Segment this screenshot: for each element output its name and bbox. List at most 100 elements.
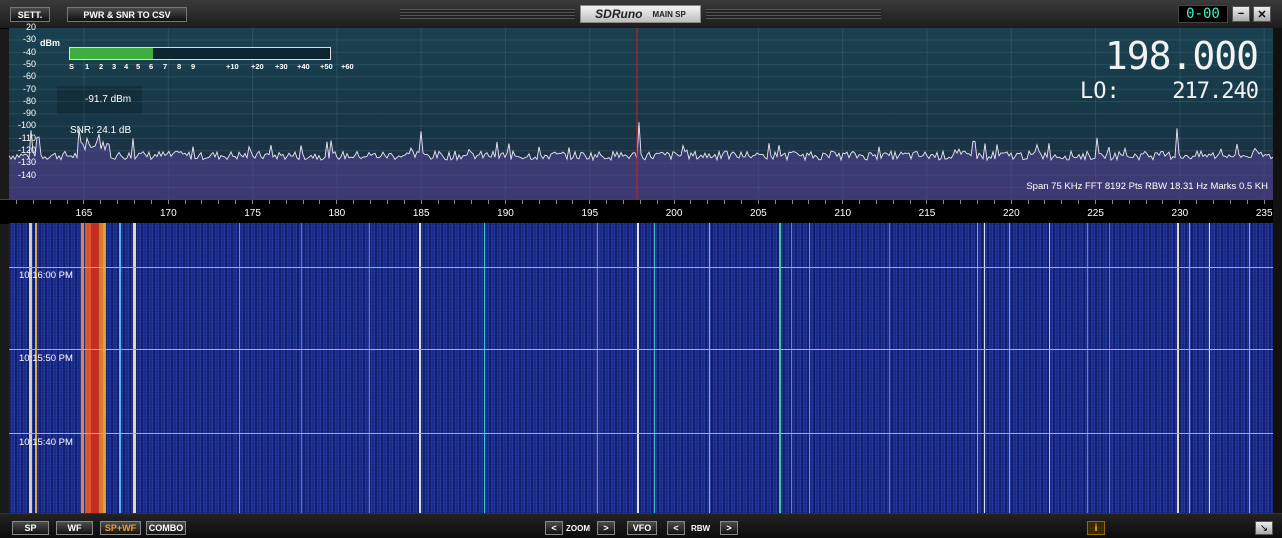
frequency-tick-label: 200 (665, 208, 683, 219)
zoom-out-button[interactable]: < (545, 521, 563, 535)
s-meter-fill (70, 48, 154, 59)
frequency-tick-label: 225 (1087, 208, 1104, 219)
frequency-minor-tick (100, 200, 102, 204)
drag-grip-right[interactable] (706, 9, 881, 19)
wf-button[interactable]: WF (56, 521, 93, 535)
frequency-minor-tick (707, 200, 709, 204)
frequency-minor-tick (555, 200, 557, 204)
dbm-tick: -110 (18, 132, 36, 143)
frequency-minor-tick (1078, 200, 1080, 204)
frequency-minor-tick (757, 200, 759, 204)
dbm-tick: -50 (22, 58, 36, 69)
frequency-minor-tick (117, 200, 119, 204)
settings-button[interactable]: SETT. (10, 7, 50, 22)
dbm-tick: -90 (22, 108, 36, 119)
s-meter-tick: 6 (149, 62, 154, 71)
close-button[interactable]: ✕ (1253, 6, 1271, 22)
frequency-minor-tick (808, 200, 810, 204)
info-button[interactable]: i (1087, 521, 1105, 535)
waterfall-panel[interactable]: 10:16:00 PM 10:15:50 PM 10:15:40 PM (9, 223, 1273, 513)
bottom-toolbar: SP WF SP+WF COMBO < ZOOM > VFO < RBW > i… (0, 513, 1282, 538)
frequency-minor-tick (589, 200, 591, 204)
resize-handle[interactable]: ↘ (1255, 521, 1273, 535)
frequency-minor-tick (1179, 200, 1181, 204)
s-meter-tick: +30 (275, 62, 288, 71)
frequency-minor-tick (302, 200, 304, 204)
dbm-tick: -70 (22, 83, 36, 94)
frequency-minor-tick (167, 200, 169, 204)
drag-grip-left[interactable] (400, 9, 575, 19)
lo-label: LO: (1080, 79, 1120, 104)
frequency-minor-tick (1111, 200, 1113, 204)
frequency-tick-label: 205 (750, 208, 767, 219)
pwr-snr-csv-button[interactable]: PWR & SNR TO CSV (67, 7, 187, 22)
frequency-minor-tick (1213, 200, 1215, 204)
frequency-minor-tick (454, 200, 456, 204)
app-logo: SDRuno MAIN SP (580, 5, 701, 23)
frequency-minor-tick (83, 200, 85, 204)
frequency-minor-tick (1196, 200, 1198, 204)
frequency-minor-tick (859, 200, 860, 204)
frequency-tick-label: 190 (497, 208, 514, 219)
frequency-minor-tick (370, 200, 372, 204)
frequency-minor-tick (1246, 200, 1248, 204)
dbm-unit-label: dBm (40, 38, 60, 48)
frequency-minor-tick (1095, 200, 1097, 204)
frequency-minor-tick (235, 200, 237, 204)
frequency-axis: 165 170 175 180 185 190 195 200 205 210 215 220 225 2… (0, 199, 1282, 224)
frequency-minor-tick (66, 200, 68, 204)
dbm-tick: -60 (22, 71, 36, 82)
frequency-minor-tick (1145, 200, 1147, 204)
frequency-display[interactable]: 198.000 (1105, 34, 1259, 78)
zoom-in-button[interactable]: > (597, 521, 615, 535)
s-meter-tick: 9 (191, 62, 196, 71)
frequency-tick-label: 185 (412, 208, 430, 219)
s-meter-tick: 2 (99, 62, 104, 71)
frequency-minor-tick (639, 200, 641, 204)
frequency-minor-tick (32, 200, 34, 204)
clock-display: 0-00 (1178, 5, 1228, 23)
s-meter-tick: +10 (226, 62, 239, 71)
s-meter-tick: +60 (341, 62, 354, 71)
sp-wf-button[interactable]: SP+WF (100, 521, 141, 535)
frequency-minor-tick (184, 200, 186, 204)
time-gridline (9, 349, 1273, 350)
frequency-minor-tick (1044, 200, 1046, 204)
spectrum-line (9, 122, 1273, 162)
frequency-minor-tick (1229, 200, 1231, 204)
dbm-tick: -30 (22, 34, 36, 45)
frequency-minor-tick (1010, 200, 1012, 204)
frequency-minor-tick (1027, 200, 1029, 204)
frequency-minor-tick (521, 200, 523, 204)
frequency-minor-tick (943, 200, 945, 204)
frequency-minor-tick (252, 200, 254, 204)
title-bar: SETT. PWR & SNR TO CSV SDRuno MAIN SP 0-… (0, 0, 1282, 29)
rbw-label: RBW (691, 524, 711, 533)
s-meter-tick: 3 (112, 62, 117, 71)
frequency-tick-label: 215 (918, 208, 936, 219)
frequency-minor-tick (218, 200, 220, 204)
s-meter-tick: 1 (85, 62, 90, 71)
s-meter-tick: 8 (177, 62, 182, 71)
time-gridline (9, 433, 1273, 434)
vfo-button[interactable]: VFO (627, 521, 657, 535)
frequency-minor-tick (386, 200, 388, 204)
lo-frequency[interactable]: 217.240 (1172, 79, 1259, 104)
frequency-minor-tick (926, 200, 928, 204)
frequency-minor-tick (909, 200, 911, 204)
rbw-decrease-button[interactable]: < (667, 521, 685, 535)
frequency-minor-tick (437, 200, 439, 204)
frequency-minor-tick (538, 200, 540, 204)
dbm-tick: -130 (17, 157, 36, 168)
frequency-tick-label: 175 (244, 208, 261, 219)
sp-button[interactable]: SP (12, 521, 49, 535)
combo-button[interactable]: COMBO (146, 521, 186, 535)
rbw-increase-button[interactable]: > (720, 521, 738, 535)
minimize-button[interactable]: − (1232, 6, 1250, 22)
frequency-minor-tick (740, 200, 742, 204)
time-label: 10:15:40 PM (19, 437, 73, 448)
s-meter-tick: 4 (124, 62, 129, 71)
frequency-minor-tick (690, 200, 692, 204)
s-meter-tick: +40 (297, 62, 310, 71)
s-meter-tick: 7 (163, 62, 168, 71)
